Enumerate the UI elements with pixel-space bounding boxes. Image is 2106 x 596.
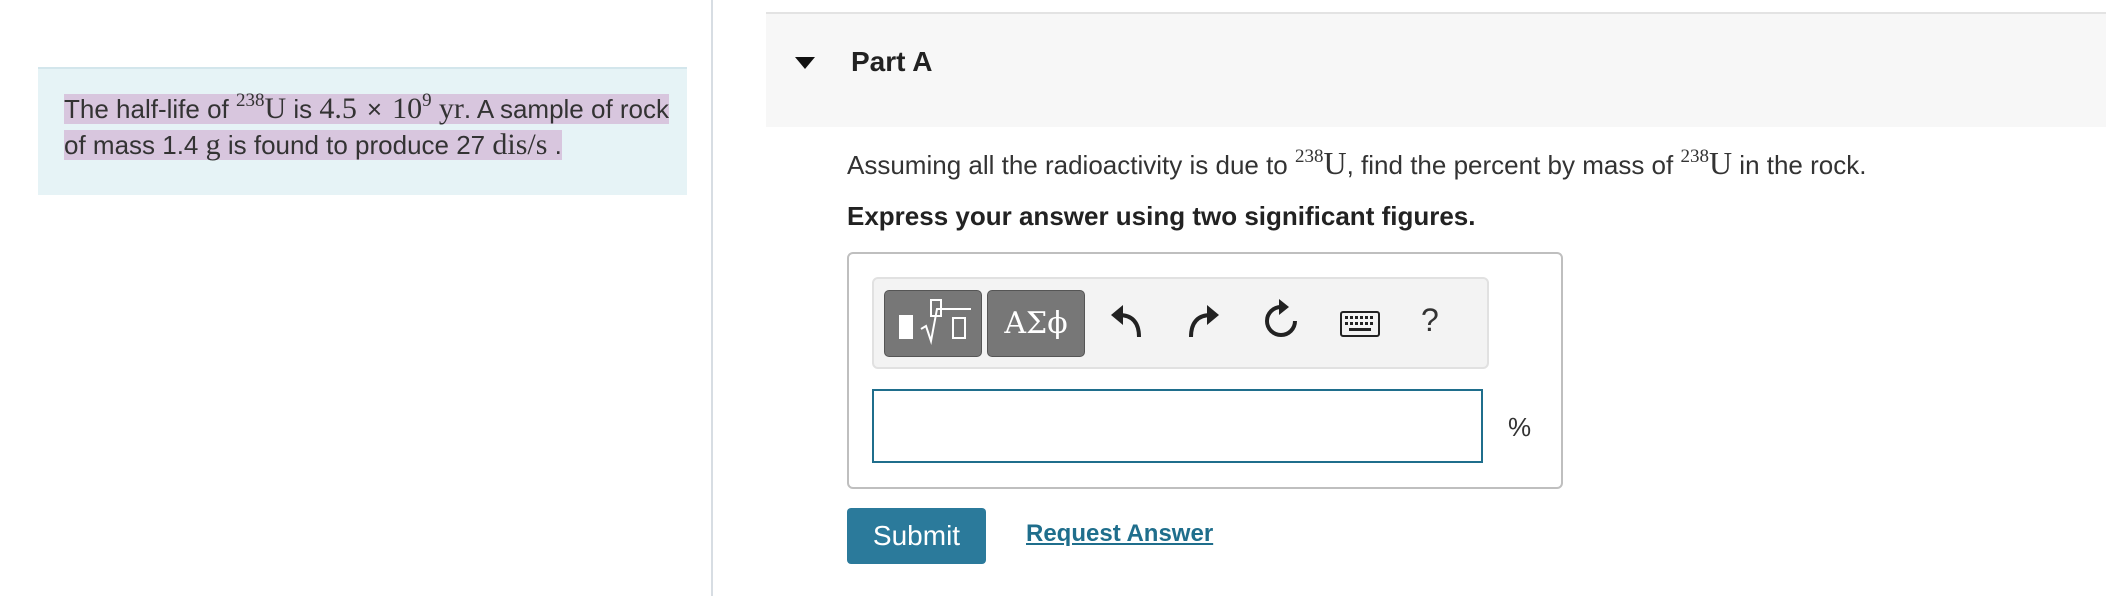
request-answer-link[interactable]: Request Answer [1026, 520, 1213, 548]
collapse-caret-icon[interactable] [793, 53, 817, 73]
undo-icon[interactable] [1109, 299, 1145, 343]
halflife-base: 10 [392, 92, 423, 125]
keyboard-icon[interactable] [1340, 311, 1380, 337]
question-isotope-mass-2: 238 [1680, 146, 1709, 168]
greek-symbols-label: ΑΣϕ [1004, 306, 1068, 341]
panel-divider [711, 0, 713, 596]
part-title: Part A [851, 46, 933, 77]
halflife-unit: yr [438, 92, 464, 125]
rate-unit: dis/s [492, 128, 548, 161]
halflife-exponent: 9 [422, 90, 432, 112]
question-isotope-mass: 238 [1295, 146, 1324, 168]
question-text: Assuming all the radioactivity is due to… [847, 145, 1867, 181]
templates-button[interactable] [884, 290, 982, 357]
problem-statement: The half-life of 238U is 4.5 × 109 yr. A s… [38, 67, 687, 195]
help-button[interactable]: ? [1421, 302, 1439, 339]
isotope-symbol: U [264, 92, 287, 125]
part-a-header[interactable]: Part A [766, 12, 2106, 127]
answer-area: ΑΣϕ ? % [847, 252, 1563, 489]
submit-button[interactable]: Submit [847, 508, 986, 564]
times-sign: × [366, 94, 383, 124]
math-toolbar: ΑΣϕ ? [872, 277, 1489, 369]
isotope-mass-number: 238 [235, 90, 265, 112]
problem-text: The half-life of 238U is 4.5 × 109 yr. A s… [64, 90, 670, 161]
fraction-sqrt-template-icon [899, 299, 971, 345]
halflife-coefficient: 4.5 [319, 92, 357, 125]
answer-input[interactable] [872, 389, 1483, 463]
question-isotope-symbol-2: U [1708, 145, 1733, 181]
reset-icon[interactable] [1261, 297, 1301, 345]
question-isotope-symbol: U [1323, 145, 1347, 181]
redo-icon[interactable] [1185, 299, 1221, 343]
greek-symbols-button[interactable]: ΑΣϕ [987, 290, 1085, 357]
mass-unit: g [205, 128, 221, 161]
answer-instruction: Express your answer using two significan… [847, 201, 1476, 231]
answer-unit: % [1508, 412, 1532, 442]
